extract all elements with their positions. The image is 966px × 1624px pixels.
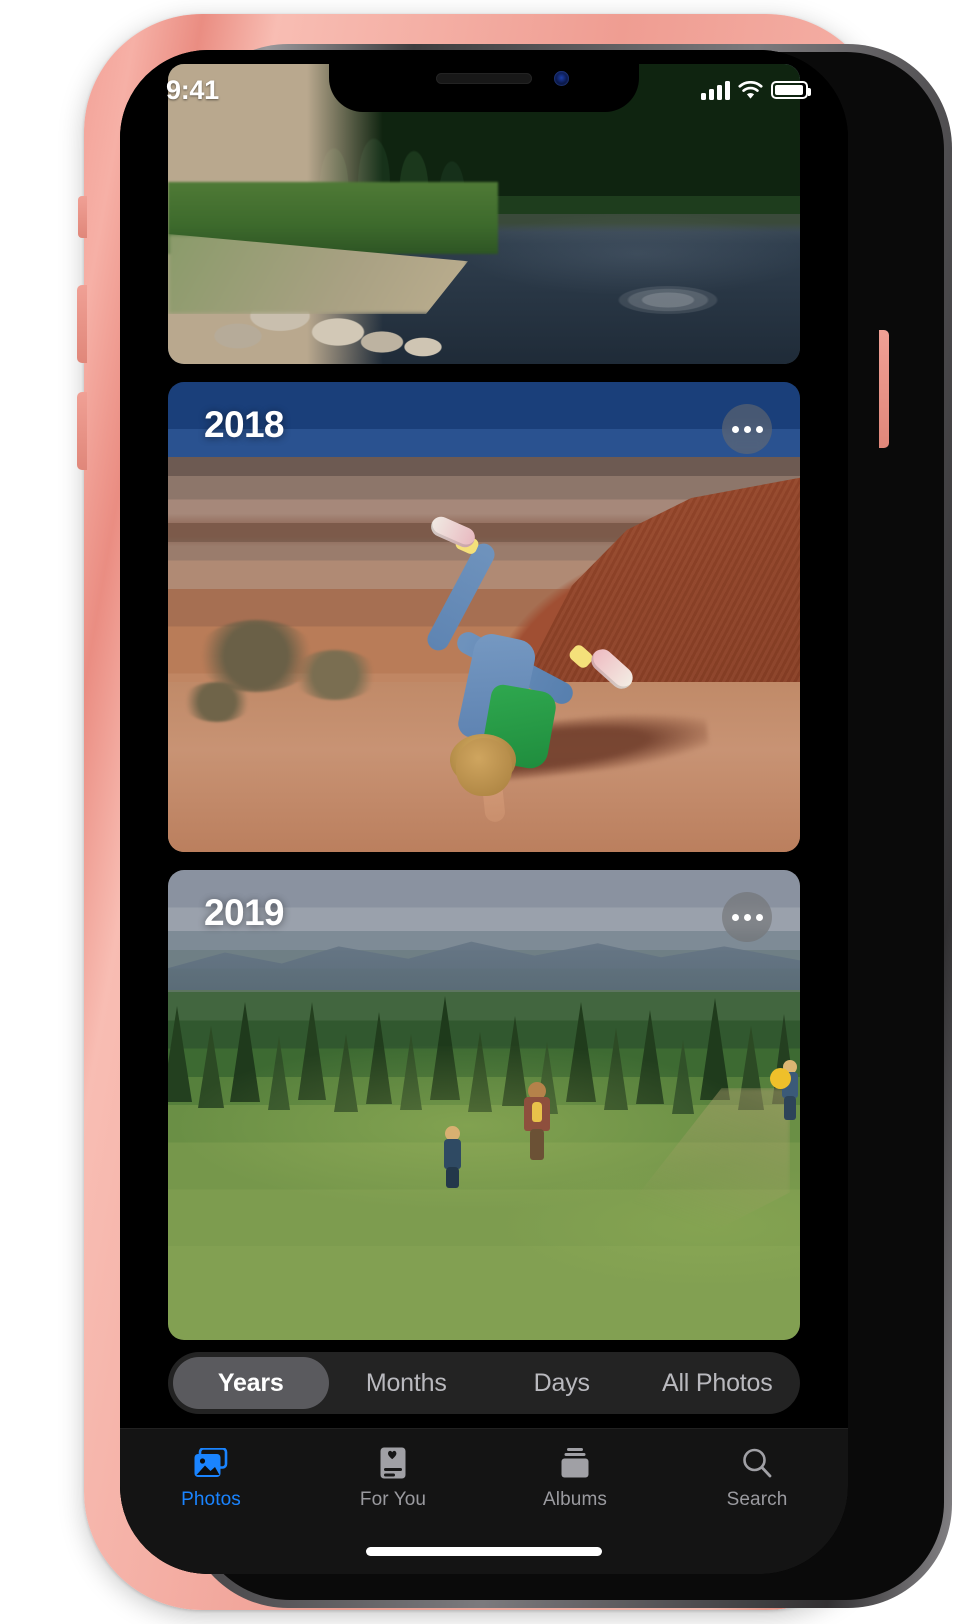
- search-icon: [737, 1445, 777, 1481]
- tab-label-for-you: For You: [359, 1489, 427, 1510]
- desert-bush: [292, 650, 378, 700]
- tab-photos[interactable]: Photos: [120, 1445, 302, 1511]
- more-options-button-2018[interactable]: [722, 404, 772, 454]
- child-legs: [530, 1129, 544, 1160]
- child-shoe: [586, 644, 638, 694]
- battery-icon: [771, 81, 811, 99]
- home-indicator[interactable]: [366, 1547, 602, 1556]
- child-figure: [440, 1126, 466, 1188]
- child-body: [444, 1139, 461, 1169]
- photo-card-2019[interactable]: 2019: [168, 870, 800, 1340]
- segment-months[interactable]: Months: [329, 1357, 485, 1409]
- child-shirt-accent: [532, 1102, 542, 1122]
- tab-label-photos: Photos: [181, 1489, 241, 1510]
- ellipsis-dot: [755, 425, 763, 433]
- child-figure: [770, 1060, 800, 1120]
- year-label-2018: 2018: [204, 404, 285, 445]
- side-power-button[interactable]: [879, 330, 889, 448]
- child-figure: [520, 1082, 554, 1160]
- ellipsis-dot: [731, 913, 739, 921]
- photo-card-2018[interactable]: 2018: [168, 382, 800, 852]
- timeline-segmented-control[interactable]: Years Months Days All Photos: [168, 1352, 800, 1414]
- year-label-2019: 2019: [204, 892, 285, 933]
- segment-years[interactable]: Years: [173, 1357, 329, 1409]
- ellipsis-dot: [743, 913, 751, 921]
- for-you-icon: [373, 1445, 413, 1481]
- albums-icon: [555, 1445, 595, 1481]
- volume-up-button[interactable]: [77, 285, 87, 363]
- desert-bush: [182, 682, 252, 722]
- status-time: 9:41: [166, 74, 219, 105]
- photos-years-scroll-view[interactable]: 2018 2019 Years Months Days All Photos P…: [120, 50, 848, 1574]
- photos-icon: [191, 1445, 231, 1481]
- ellipsis-dot: [755, 913, 763, 921]
- tab-label-search: Search: [726, 1489, 788, 1510]
- status-bar: 9:41: [120, 50, 848, 112]
- child-shoe: [427, 513, 479, 551]
- ellipsis-dot: [743, 425, 751, 433]
- tab-label-albums: Albums: [543, 1489, 607, 1510]
- more-options-button-2019[interactable]: [722, 892, 772, 942]
- cellular-signal-icon: [701, 80, 730, 100]
- child-head: [456, 738, 512, 796]
- tab-albums[interactable]: Albums: [484, 1445, 666, 1511]
- ellipsis-dot: [731, 425, 739, 433]
- tab-search[interactable]: Search: [666, 1445, 848, 1511]
- status-indicators: [701, 80, 811, 100]
- volume-down-button[interactable]: [77, 392, 87, 470]
- segment-all-photos[interactable]: All Photos: [640, 1357, 796, 1409]
- yellow-balloon: [770, 1068, 791, 1089]
- cartwheel-child: [404, 513, 664, 823]
- child-legs: [784, 1096, 796, 1120]
- child-legs: [446, 1167, 459, 1188]
- wifi-icon: [738, 80, 763, 100]
- tab-for-you[interactable]: For You: [302, 1445, 484, 1511]
- segment-days[interactable]: Days: [484, 1357, 640, 1409]
- photo-thumbnail-2019: [168, 870, 800, 1340]
- photo-thumbnail-2018: [168, 382, 800, 852]
- phone-screen: 2018 2019 Years Months Days All Photos P…: [120, 50, 848, 1574]
- mute-switch[interactable]: [78, 196, 87, 238]
